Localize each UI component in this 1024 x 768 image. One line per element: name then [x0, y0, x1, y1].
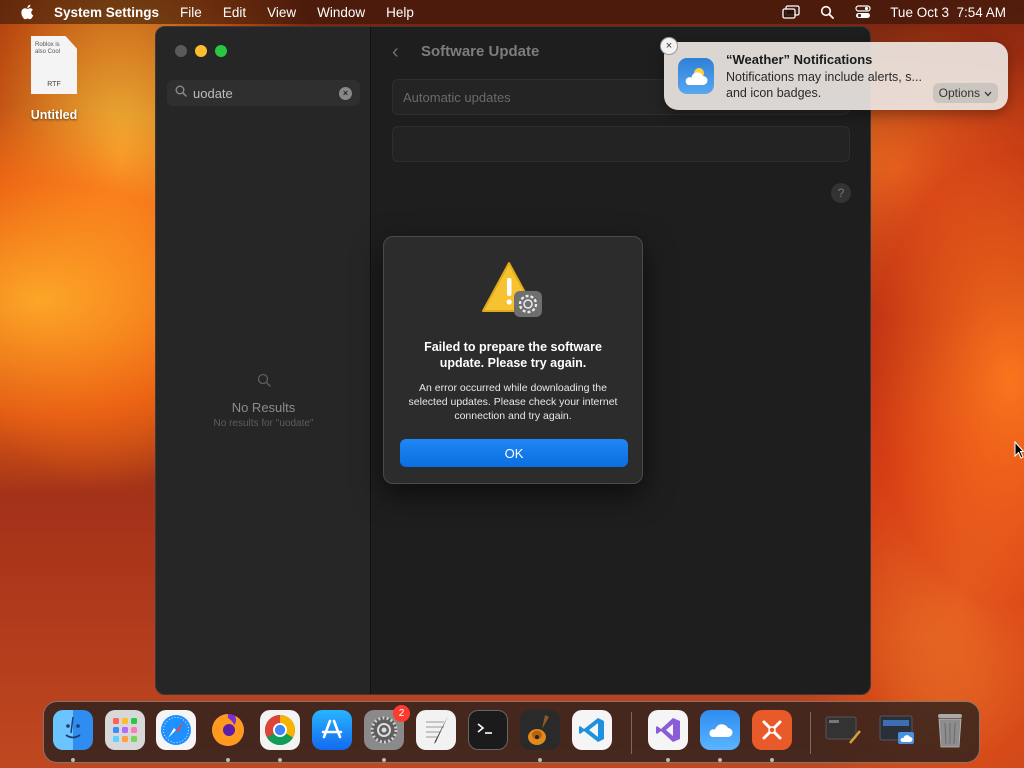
- dock-trash-icon[interactable]: [930, 710, 970, 750]
- settings-search-field[interactable]: uodate ×: [167, 80, 360, 106]
- dock-preview-icon[interactable]: [878, 710, 918, 750]
- magnifier-icon: [257, 373, 271, 391]
- desktop-file-name: Untitled: [30, 108, 78, 122]
- ok-button[interactable]: OK: [400, 439, 628, 467]
- garageband-running-indicator: [538, 758, 542, 762]
- dock-safari-icon[interactable]: [156, 710, 196, 750]
- spotlight-search-icon[interactable]: [818, 4, 836, 20]
- dock: 2: [43, 701, 980, 763]
- dock-launchpad-icon[interactable]: [105, 710, 145, 750]
- firefox-running-indicator: [226, 758, 230, 762]
- dock-separator: [810, 712, 811, 754]
- dock-finder-icon[interactable]: [53, 710, 93, 750]
- dock-garageband-icon[interactable]: [520, 710, 560, 750]
- desktop-file[interactable]: Roblox is also Cool RTF Untitled: [22, 36, 86, 122]
- back-chevron-icon[interactable]: ‹: [392, 41, 399, 64]
- settings-sidebar: uodate × No Results No results for "uoda…: [156, 27, 371, 694]
- update-status-row: [392, 126, 850, 162]
- apple-menu-icon[interactable]: [18, 3, 36, 21]
- close-window-button[interactable]: [175, 45, 187, 57]
- dock-screenshot-icon[interactable]: [824, 710, 864, 750]
- notification-body: Notifications may include alerts, s... a…: [726, 70, 922, 100]
- dock-separator: [631, 712, 632, 754]
- screen-mirroring-icon[interactable]: [782, 4, 800, 20]
- menu-edit[interactable]: Edit: [223, 5, 246, 20]
- options-label: Options: [938, 86, 980, 100]
- file-preview-text: Roblox is also Cool: [35, 42, 61, 55]
- weather-notification[interactable]: × “Weather” Notifications Notifications …: [660, 37, 1008, 110]
- file-type-label: RTF: [47, 81, 61, 88]
- mouse-cursor-icon: [1014, 440, 1024, 459]
- no-results-subtitle: No results for "uodate": [213, 418, 314, 429]
- dock-terminal-icon[interactable]: [468, 710, 508, 750]
- clear-search-icon[interactable]: ×: [339, 86, 352, 100]
- dock-remote-desktop-icon[interactable]: [752, 710, 792, 750]
- no-results-title: No Results: [231, 400, 296, 415]
- window-controls: [175, 45, 227, 57]
- dock-firefox-icon[interactable]: [208, 710, 248, 750]
- rtf-document-icon: Roblox is also Cool RTF: [31, 36, 77, 94]
- control-center-icon[interactable]: [854, 4, 872, 20]
- weather-app-icon: [678, 58, 714, 94]
- menu-file[interactable]: File: [180, 5, 202, 20]
- minimize-window-button[interactable]: [195, 45, 207, 57]
- visual-studio-running-indicator: [666, 758, 670, 762]
- error-alert-dialog: Failed to prepare the software update. P…: [383, 236, 643, 484]
- settings-running-indicator: [382, 758, 386, 762]
- dock-visual-studio-icon[interactable]: [648, 710, 688, 750]
- dock-system-settings-icon[interactable]: 2: [364, 705, 410, 750]
- menu-window[interactable]: Window: [317, 5, 365, 20]
- help-button[interactable]: ?: [831, 183, 851, 203]
- menu-bar: System Settings File Edit View Window He…: [0, 0, 1024, 24]
- menubar-clock[interactable]: Tue Oct 3 7:54 AM: [890, 5, 1006, 20]
- search-input[interactable]: uodate: [193, 86, 339, 101]
- dock-textedit-icon[interactable]: [416, 710, 456, 750]
- chrome-running-indicator: [278, 758, 282, 762]
- search-icon: [175, 84, 187, 102]
- icloud-running-indicator: [718, 758, 722, 762]
- page-title: Software Update: [421, 43, 540, 60]
- warning-gear-icon: [481, 261, 545, 319]
- menu-app-name[interactable]: System Settings: [54, 5, 159, 20]
- dock-icloud-icon[interactable]: [700, 710, 740, 750]
- alert-message: An error occurred while downloading the …: [408, 382, 618, 422]
- alert-title: Failed to prepare the software update. P…: [424, 340, 602, 370]
- notification-options-button[interactable]: Options: [932, 83, 998, 103]
- remote-desktop-running-indicator: [770, 758, 774, 762]
- menu-view[interactable]: View: [267, 5, 296, 20]
- dock-vscode-icon[interactable]: [572, 710, 612, 750]
- dock-app-store-icon[interactable]: [312, 710, 352, 750]
- notification-title: “Weather” Notifications: [726, 52, 873, 67]
- menu-help[interactable]: Help: [386, 5, 414, 20]
- dock-chrome-icon[interactable]: [260, 710, 300, 750]
- finder-running-indicator: [71, 758, 75, 762]
- no-results-panel: No Results No results for "uodate": [156, 373, 371, 429]
- notification-close-button[interactable]: ×: [660, 37, 678, 55]
- zoom-window-button[interactable]: [215, 45, 227, 57]
- chevron-down-icon: [984, 86, 992, 100]
- notification-badge: 2: [393, 705, 410, 722]
